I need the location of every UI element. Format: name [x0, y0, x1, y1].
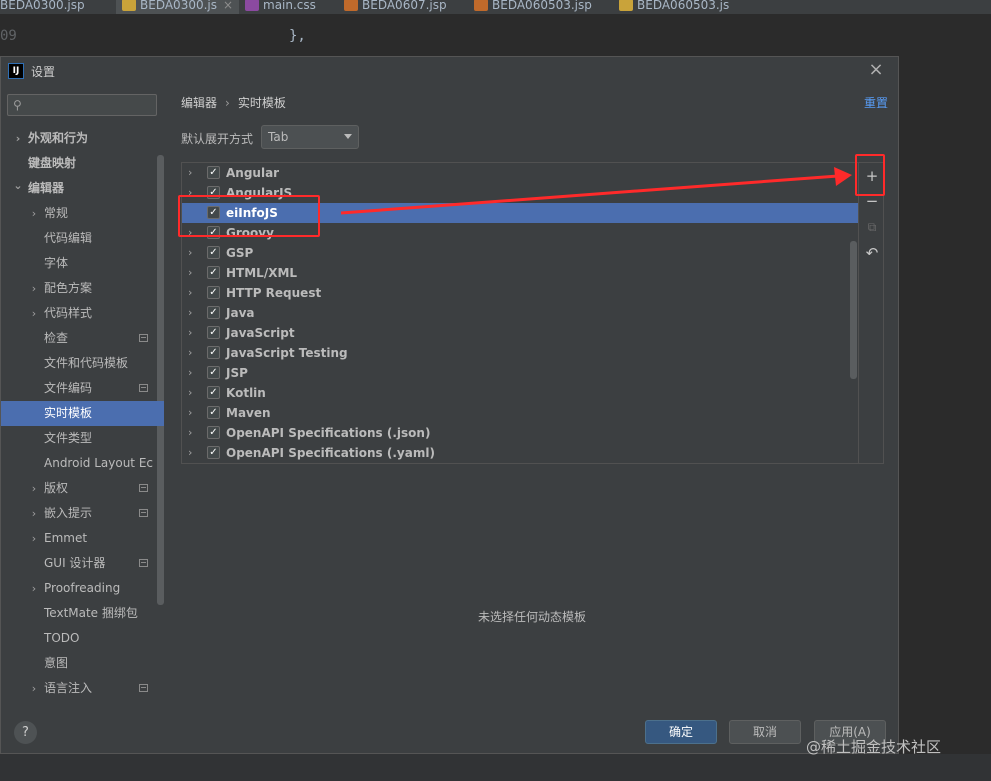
watermark: @稀土掘金技术社区 [806, 738, 942, 756]
annotation-arrow-icon [340, 167, 852, 215]
